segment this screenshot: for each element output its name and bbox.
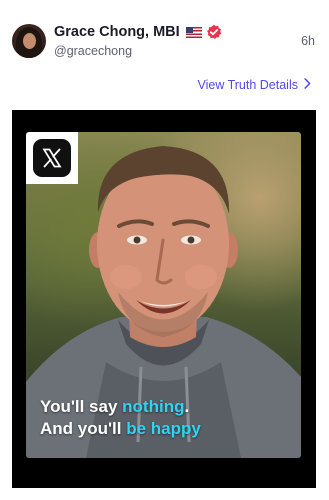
author-handle[interactable]: @gracechong xyxy=(54,44,132,58)
caption-line1-a: You'll say xyxy=(40,397,123,416)
avatar[interactable] xyxy=(12,24,46,58)
avatar-face xyxy=(23,33,36,49)
view-truth-details-link[interactable]: View Truth Details xyxy=(197,78,311,92)
verified-icon xyxy=(206,24,222,40)
us-flag-icon xyxy=(185,26,202,38)
post-timestamp: 6h xyxy=(301,34,315,48)
caption-highlight-be-happy: be happy xyxy=(126,419,201,438)
post-image[interactable]: You'll say nothing. And you'll be happy xyxy=(26,132,301,458)
caption-highlight-nothing: nothing xyxy=(122,397,185,416)
media-frame[interactable]: You'll say nothing. And you'll be happy xyxy=(12,110,316,488)
chevron-right-icon xyxy=(304,78,311,92)
image-caption: You'll say nothing. And you'll be happy xyxy=(40,396,201,440)
caption-line-1: You'll say nothing. xyxy=(40,396,201,418)
caption-line2-a: And you'll xyxy=(40,419,127,438)
caption-line1-c: . xyxy=(184,397,190,416)
x-logo-badge xyxy=(26,132,78,184)
author-name-row: Grace Chong, MBI xyxy=(54,24,222,40)
view-truth-details-label: View Truth Details xyxy=(197,78,298,92)
author-display-name[interactable]: Grace Chong, MBI xyxy=(54,24,180,40)
post-card: Grace Chong, MBI @gracechong 6h View Tru… xyxy=(0,0,329,500)
caption-line-2: And you'll be happy xyxy=(40,418,201,440)
x-logo-icon xyxy=(33,139,71,177)
